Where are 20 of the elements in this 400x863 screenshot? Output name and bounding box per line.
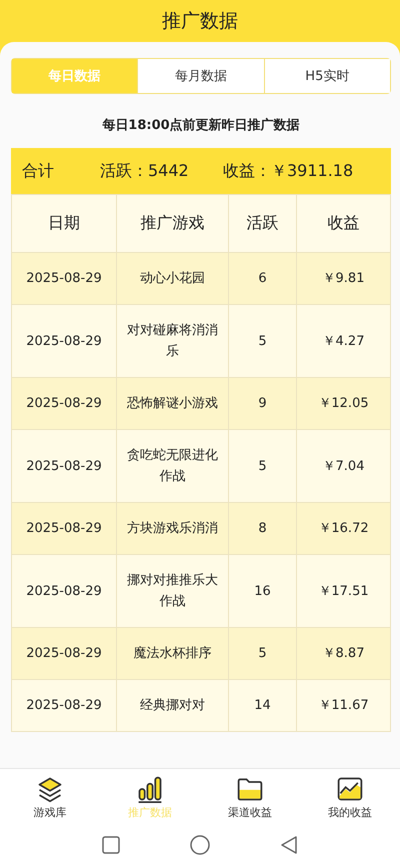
table-cell: ￥11.67	[296, 680, 390, 732]
table-cell: 14	[228, 680, 296, 732]
table-cell: 2025-08-29	[12, 680, 116, 732]
income-total: 收益：￥3911.18	[223, 160, 354, 182]
layers-icon	[36, 775, 64, 803]
bar-chart-icon	[136, 775, 164, 803]
recent-apps-icon[interactable]	[102, 836, 120, 854]
summary-label: 合计	[22, 160, 55, 182]
nav-item[interactable]: 渠道收益	[200, 769, 300, 826]
column-header: 日期	[12, 194, 116, 252]
back-icon[interactable]	[280, 836, 298, 854]
table-cell: 经典挪对对	[116, 680, 228, 732]
page-title: 推广数据	[162, 9, 238, 34]
active-total: 活跃：5442	[100, 160, 190, 182]
nav-item[interactable]: 游戏库	[0, 769, 100, 826]
home-icon[interactable]	[190, 834, 210, 854]
update-notice: 每日18:00点前更新昨日推广数据	[101, 116, 301, 134]
line-chart-icon	[336, 775, 364, 803]
tab[interactable]: H5实时	[264, 59, 390, 93]
nav-item[interactable]: 我的收益	[300, 769, 400, 826]
